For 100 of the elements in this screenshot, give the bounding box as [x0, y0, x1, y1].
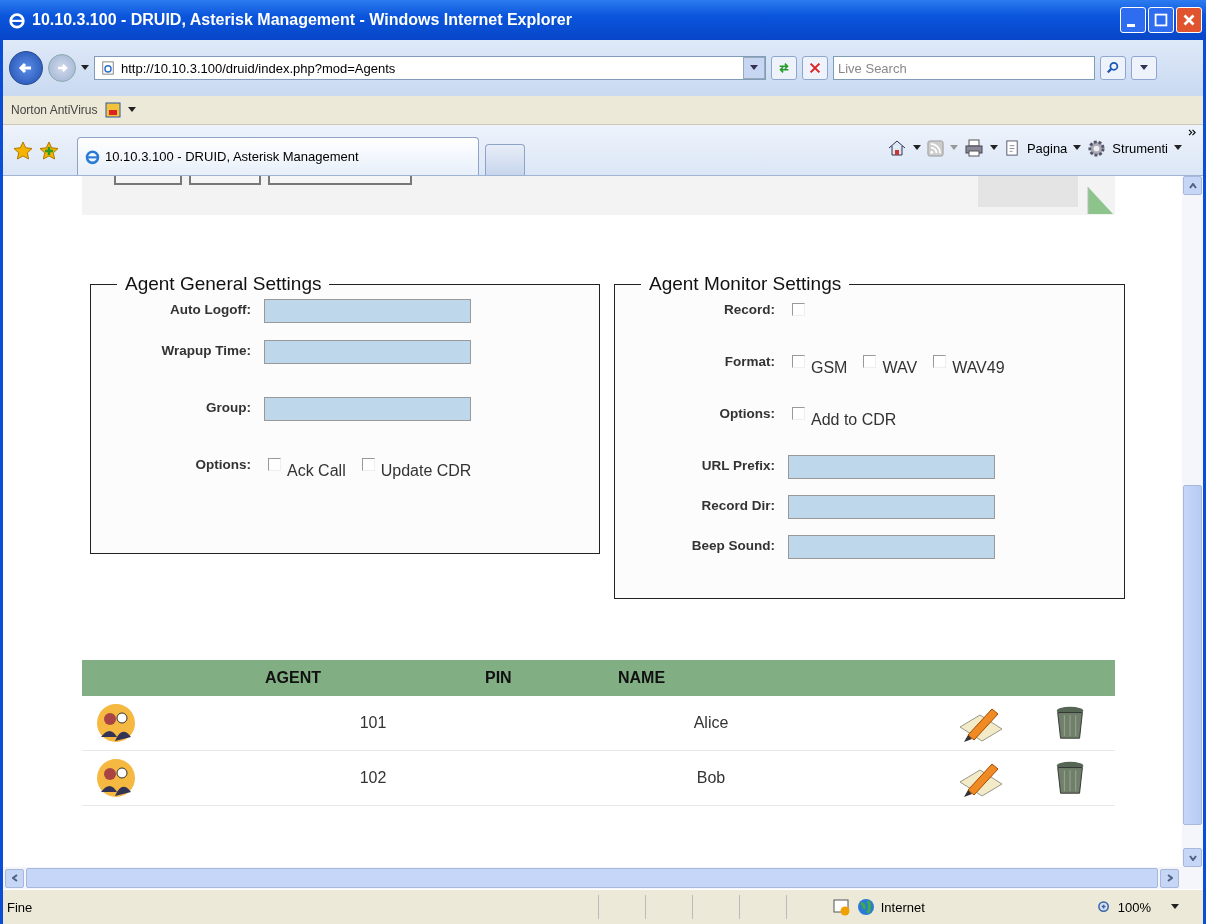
field-label: Group: [205, 399, 251, 415]
field-label: Record Dir: [700, 497, 775, 513]
globe-icon [856, 898, 875, 916]
page-icon [101, 61, 115, 75]
scroll-left-button[interactable] [5, 868, 24, 888]
browser-logo-icon [84, 148, 101, 165]
tab-title: 10.10.3.100 - DRUID, Asterisk Management [105, 149, 359, 164]
checkbox[interactable] [792, 407, 805, 420]
chevron-icon[interactable] [1188, 129, 1197, 136]
checkbox[interactable] [268, 458, 281, 471]
home-icon[interactable] [886, 138, 907, 158]
field-label: URL Prefix: [700, 457, 775, 473]
field-label: Options: [194, 456, 251, 472]
field-label: Wrapup Time: [160, 342, 251, 358]
checkbox[interactable] [933, 355, 947, 368]
address-field[interactable]: http://10.10.3.100/druid/index.php?mod=Agents [94, 56, 766, 80]
field-label: Format: [723, 353, 775, 369]
page-icon [1003, 139, 1021, 157]
scroll-up-button[interactable] [1183, 176, 1202, 195]
search-options-button[interactable] [1131, 56, 1157, 80]
people-icon [96, 703, 136, 743]
field-label: Beep Sound: [690, 537, 775, 553]
input-field[interactable] [264, 299, 471, 323]
new-tab-button[interactable] [485, 144, 525, 175]
status-text: Fine [7, 899, 34, 915]
warning-page-icon[interactable] [832, 898, 851, 916]
table-cell-text: 102 [358, 769, 388, 787]
tools-menu[interactable]: Strumenti [1112, 140, 1168, 156]
input-field[interactable] [788, 495, 995, 519]
checkbox[interactable] [792, 303, 805, 316]
caret-icon[interactable] [1073, 145, 1082, 151]
caret-icon[interactable] [127, 107, 136, 113]
browser-logo-icon [8, 11, 26, 29]
checkbox-label: WAV [882, 358, 918, 377]
close-button[interactable] [1176, 7, 1202, 33]
window-title: 10.10.3.100 - DRUID, Asterisk Management - Windows Internet Explorer [32, 11, 573, 29]
checkbox-label: WAV49 [952, 358, 1005, 377]
forward-button[interactable] [48, 54, 76, 82]
search-button[interactable] [1100, 56, 1126, 80]
caret-icon [750, 65, 758, 71]
checkbox-label: Add to CDR [811, 410, 897, 429]
input-field[interactable] [788, 455, 995, 479]
back-button[interactable] [9, 51, 43, 85]
checkbox-label: Update CDR [380, 461, 472, 480]
dropdown-button[interactable] [743, 57, 765, 79]
horizontal-scrollbar[interactable] [3, 867, 1203, 889]
maximize-button[interactable] [1148, 7, 1174, 33]
zoom-icon[interactable] [1096, 899, 1112, 915]
search-icon [1106, 61, 1120, 75]
minimize-icon [1127, 23, 1135, 27]
settings-icon [1087, 138, 1107, 158]
caret-icon[interactable] [81, 65, 89, 71]
add-star-icon[interactable] [39, 141, 59, 161]
input-field[interactable] [788, 535, 995, 559]
people-icon [96, 758, 136, 798]
checkbox-label: Ack Call [287, 461, 346, 480]
table-cell-text: 101 [358, 714, 388, 732]
browser-tab[interactable]: 10.10.3.100 - DRUID, Asterisk Management [77, 137, 479, 175]
toolbar-label: Norton AntiVirus [11, 103, 98, 117]
caret-icon[interactable] [912, 145, 921, 151]
vertical-scrollbar[interactable] [1182, 176, 1203, 867]
field-label: Record: [723, 301, 775, 317]
scroll-down-button[interactable] [1183, 848, 1202, 867]
field-label: Options: [718, 405, 775, 421]
caret-icon [1140, 65, 1148, 71]
column-header: NAME [618, 669, 666, 687]
partial-button[interactable] [268, 176, 412, 185]
printer-icon[interactable] [963, 138, 984, 158]
input-field[interactable] [264, 340, 471, 364]
zoom-level[interactable]: 100% [1117, 899, 1151, 915]
group-title: Agent Monitor Settings [648, 273, 843, 295]
scroll-right-button[interactable] [1160, 868, 1179, 888]
partial-button[interactable] [189, 176, 261, 185]
feed-icon[interactable] [926, 139, 944, 157]
page-menu[interactable]: Pagina [1026, 140, 1068, 156]
checkbox[interactable] [863, 355, 877, 368]
checkbox-label: GSM [811, 358, 848, 377]
checkbox[interactable] [792, 355, 805, 368]
zone-text: Internet [880, 899, 926, 915]
maximize-icon [1152, 11, 1170, 29]
star-icon[interactable] [13, 141, 33, 161]
table-cell-text: Bob [695, 769, 727, 787]
stop-icon [808, 61, 822, 75]
input-field[interactable] [264, 397, 471, 421]
caret-icon[interactable] [1171, 904, 1179, 910]
partial-button[interactable] [114, 176, 182, 185]
table-cell-text: Alice [692, 714, 730, 732]
refresh-button[interactable] [771, 56, 797, 80]
field-label: Auto Logoff: [169, 301, 251, 317]
refresh-icon [777, 61, 791, 75]
caret-icon[interactable] [1174, 145, 1182, 151]
caret-icon[interactable] [989, 145, 998, 151]
minimize-button[interactable] [1120, 7, 1146, 33]
search-field[interactable]: Live Search [833, 56, 1095, 80]
checkbox[interactable] [361, 458, 375, 471]
stop-button[interactable] [802, 56, 828, 80]
column-header: PIN [485, 669, 513, 687]
column-header: AGENT [265, 669, 322, 687]
group-title: Agent General Settings [124, 273, 323, 295]
corner-triangle-icon [1087, 186, 1113, 214]
